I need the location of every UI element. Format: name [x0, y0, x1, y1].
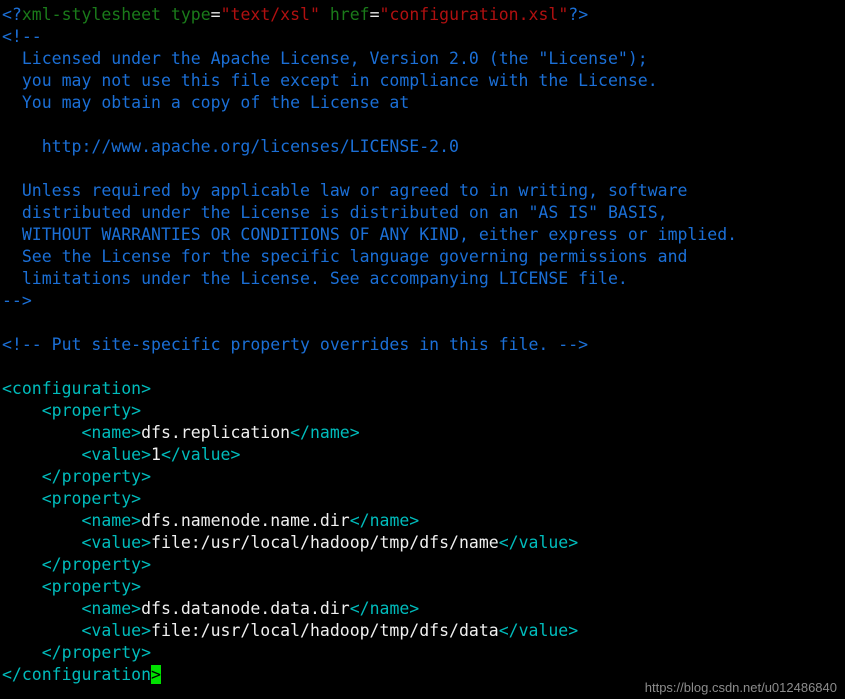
code-line: <!--: [2, 26, 845, 48]
code-line: </property>: [2, 466, 845, 488]
code-line: limitations under the License. See accom…: [2, 268, 845, 290]
code-token: <?: [2, 5, 22, 24]
code-token: </name>: [349, 511, 420, 530]
code-line: <property>: [2, 488, 845, 510]
code-token: dfs.replication: [141, 423, 291, 442]
code-token: href: [329, 5, 370, 24]
code-token: </property>: [2, 555, 152, 574]
code-token: </value>: [498, 621, 579, 640]
code-token: ?>: [568, 5, 589, 24]
code-token: </configuration: [2, 665, 152, 684]
code-token: <property>: [2, 401, 142, 420]
code-token: file:/usr/local/hadoop/tmp/dfs/data: [151, 621, 499, 640]
code-line: <value>file:/usr/local/hadoop/tmp/dfs/da…: [2, 620, 845, 642]
code-token: -->: [2, 291, 32, 310]
code-line: WITHOUT WARRANTIES OR CONDITIONS OF ANY …: [2, 224, 845, 246]
code-token: <name>: [2, 599, 142, 618]
code-line: Licensed under the Apache License, Versi…: [2, 48, 845, 70]
code-token: <!-- Put site-specific property override…: [2, 335, 589, 354]
code-token: dfs.datanode.data.dir: [141, 599, 350, 618]
code-token: you may not use this file except in comp…: [2, 71, 658, 90]
code-token: </value>: [160, 445, 241, 464]
code-token: dfs.namenode.name.dir: [141, 511, 350, 530]
code-token: limitations under the License. See accom…: [2, 269, 628, 288]
code-token: xml-stylesheet: [21, 5, 161, 24]
code-token: <value>: [2, 533, 152, 552]
code-line: <name>dfs.namenode.name.dir</name>: [2, 510, 845, 532]
code-token: <property>: [2, 577, 142, 596]
code-token: Unless required by applicable law or agr…: [2, 181, 688, 200]
code-token: <!--: [2, 27, 42, 46]
code-token: <property>: [2, 489, 142, 508]
code-token: You may obtain a copy of the License at: [2, 93, 410, 112]
watermark-text: https://blog.csdn.net/u012486840: [644, 680, 837, 695]
code-token: </name>: [349, 599, 420, 618]
code-line: <name>dfs.datanode.data.dir</name>: [2, 598, 845, 620]
code-line: <property>: [2, 576, 845, 598]
code-token: type: [170, 5, 211, 24]
code-token: Licensed under the Apache License, Versi…: [2, 49, 648, 68]
code-token: <name>: [2, 423, 142, 442]
code-line: See the License for the specific languag…: [2, 246, 845, 268]
code-editor-viewport[interactable]: <?xml-stylesheet type="text/xsl" href="c…: [0, 0, 845, 699]
code-line: </property>: [2, 554, 845, 576]
code-token: http://www.apache.org/licenses/LICENSE-2…: [2, 137, 459, 156]
code-line: -->: [2, 290, 845, 312]
code-line: http://www.apache.org/licenses/LICENSE-2…: [2, 136, 845, 158]
code-line: <name>dfs.replication</name>: [2, 422, 845, 444]
code-line: <value>file:/usr/local/hadoop/tmp/dfs/na…: [2, 532, 845, 554]
code-token: 1: [151, 445, 161, 464]
code-line: you may not use this file except in comp…: [2, 70, 845, 92]
code-token: See the License for the specific languag…: [2, 247, 688, 266]
code-line: </property>: [2, 642, 845, 664]
text-cursor: >: [151, 665, 161, 684]
code-token: distributed under the License is distrib…: [2, 203, 668, 222]
code-token: </value>: [498, 533, 579, 552]
code-line: <configuration>: [2, 378, 845, 400]
code-token: <name>: [2, 511, 142, 530]
code-line: <property>: [2, 400, 845, 422]
code-line: distributed under the License is distrib…: [2, 202, 845, 224]
code-token: <configuration>: [2, 379, 152, 398]
code-token: =: [369, 5, 380, 24]
code-line: You may obtain a copy of the License at: [2, 92, 845, 114]
code-token: <value>: [2, 621, 152, 640]
code-line: Unless required by applicable law or agr…: [2, 180, 845, 202]
code-token: WITHOUT WARRANTIES OR CONDITIONS OF ANY …: [2, 225, 738, 244]
code-line: <!-- Put site-specific property override…: [2, 334, 845, 356]
code-line: <?xml-stylesheet type="text/xsl" href="c…: [2, 4, 845, 26]
code-token: <value>: [2, 445, 152, 464]
code-token: "configuration.xsl": [379, 5, 569, 24]
code-line: <value>1</value>: [2, 444, 845, 466]
code-token: file:/usr/local/hadoop/tmp/dfs/name: [151, 533, 499, 552]
code-token: =: [210, 5, 221, 24]
code-token: </property>: [2, 467, 152, 486]
code-lines-container: <?xml-stylesheet type="text/xsl" href="c…: [2, 4, 845, 686]
code-token: </property>: [2, 643, 152, 662]
code-token: </name>: [290, 423, 360, 442]
code-token: "text/xsl": [220, 5, 320, 24]
